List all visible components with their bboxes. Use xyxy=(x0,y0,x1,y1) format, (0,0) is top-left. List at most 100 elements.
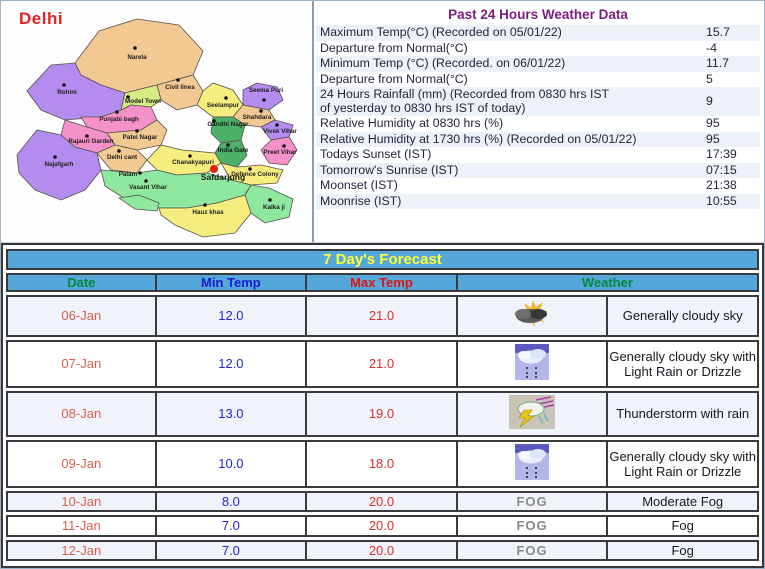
district-dot-vasant-vihar xyxy=(144,179,148,183)
past24-value-cell: 11.7 xyxy=(706,56,730,70)
past24-label-cell: Relative Humidity at 0830 hrs (%) xyxy=(320,116,504,130)
district-label-rohini: Rohini xyxy=(57,89,77,96)
district-label-kalka-ji: Kalka ji xyxy=(263,204,285,211)
forecast-row: 06-Jan 12.0 21.0 Generally cloudy sky xyxy=(6,295,759,337)
past24-row: Todays Sunset (IST) 17:39 xyxy=(316,147,760,163)
forecast-date-cell: 08-Jan xyxy=(6,390,157,437)
forecast-icon-cell: FOG xyxy=(457,491,609,513)
forecast-icon-cell xyxy=(457,295,609,337)
past24-value-cell: 15.7 xyxy=(706,25,730,39)
past24-row: Departure from Normal(°C) -4 xyxy=(316,41,760,57)
forecast-title: 7 Day's Forecast xyxy=(6,249,759,270)
past24-label-cell: Todays Sunset (IST) xyxy=(320,147,432,161)
past24-label-cell: Relative Humidity at 1730 hrs (%) (Recor… xyxy=(320,131,637,146)
forecast-title-row: 7 Day's Forecast xyxy=(6,249,759,270)
cloud-drizzle-icon xyxy=(515,444,550,481)
past24-row: Maximum Temp(°C) (Recorded on 05/01/22) … xyxy=(316,25,760,41)
forecast-weather-cell: Moderate Fog xyxy=(608,491,759,513)
station-marker-label: Safdarjung xyxy=(201,172,245,182)
district-label-vivek-vihar: Vivek Vihar xyxy=(263,128,297,135)
weather-page: Delhi Narela Rohini Civil lines Model Town S… xyxy=(0,0,765,569)
past24-label-cell: Moonrise (IST) xyxy=(320,193,402,208)
cloud-sun-icon xyxy=(511,299,553,329)
forecast-icon-cell: FOG xyxy=(457,515,609,537)
cloud-drizzle-icon xyxy=(515,344,550,381)
forecast-row: 10-Jan 8.0 20.0 FOG Moderate Fog xyxy=(6,491,759,513)
fog-icon: FOG xyxy=(516,542,548,558)
past24-label-cell: Maximum Temp(°C) (Recorded on 05/01/22) xyxy=(320,25,562,39)
district-dot-chanakyapuri xyxy=(188,154,192,158)
district-label-hauz-khas: Hauz khas xyxy=(192,209,224,216)
district-dot-civil-lines xyxy=(176,78,180,82)
district-dot-delhi-cant xyxy=(117,149,121,153)
forecast-min-cell: 10.0 xyxy=(156,439,308,489)
forecast-min-cell: 13.0 xyxy=(156,390,308,437)
forecast-date-cell: 07-Jan xyxy=(6,339,157,388)
past24-label-cell: Departure from Normal(°C) xyxy=(320,40,468,55)
past24-row: Moonset (IST) 21:38 xyxy=(316,178,760,194)
forecast-date-cell: 11-Jan xyxy=(6,515,157,537)
past24-row: Tomorrow's Sunrise (IST) 07:15 xyxy=(316,162,760,178)
forecast-date-cell: 09-Jan xyxy=(6,439,157,489)
forecast-col-weather: Weather xyxy=(457,273,759,292)
forecast-max-cell: 21.0 xyxy=(307,295,458,337)
delhi-region-label: Delhi xyxy=(19,9,64,28)
forecast-max-cell: 19.0 xyxy=(307,390,458,437)
forecast-max-cell: 18.0 xyxy=(307,439,458,489)
district-dot-preet-vihar xyxy=(282,144,286,148)
forecast-row: 12-Jan 7.0 20.0 FOG Fog xyxy=(6,539,759,561)
forecast-row: 08-Jan 13.0 19.0 Thunderstorm with rain xyxy=(6,390,759,437)
district-dot-patel-nagar xyxy=(135,129,139,133)
forecast-min-cell: 8.0 xyxy=(156,491,308,513)
forecast-max-cell: 20.0 xyxy=(307,491,458,513)
fog-icon: FOG xyxy=(516,518,548,534)
past24-row: Moonrise (IST) 10:55 xyxy=(316,193,760,209)
forecast-max-cell: 21.0 xyxy=(307,339,458,388)
forecast-date-cell: 06-Jan xyxy=(6,295,157,337)
past24-value-cell: 17:39 xyxy=(706,147,737,161)
district-label-punjabi-bagh: Punjabi bagh xyxy=(99,116,139,123)
thunderstorm-icon xyxy=(509,395,556,430)
past24-label-cell: Departure from Normal(°C) xyxy=(320,71,468,86)
district-dot-vivek-vihar xyxy=(275,123,279,127)
district-dot-seelampur xyxy=(224,96,228,100)
past24-value-cell: 95 xyxy=(706,116,720,130)
forecast-date-cell: 12-Jan xyxy=(6,539,157,561)
district-label-rajauri-garden: Rajauri Garden xyxy=(68,138,113,145)
forecast-col-max: Max Temp xyxy=(307,273,458,292)
district-label-preet-vihar: Preet Vihar xyxy=(263,149,297,156)
forecast-col-date: Date xyxy=(6,273,157,292)
district-dot-palam xyxy=(138,171,142,175)
forecast-weather-cell: Generally cloudy sky xyxy=(608,295,759,337)
forecast-date-cell: 10-Jan xyxy=(6,491,157,513)
district-label-narela: Narela xyxy=(127,54,147,61)
forecast-weather-cell: Generally cloudy sky with Light Rain or … xyxy=(608,339,759,388)
district-label-delhi-cant: Delhi cant xyxy=(107,154,138,161)
district-dot-hauz-khas xyxy=(203,203,207,207)
past24-row: Relative Humidity at 1730 hrs (%) (Recor… xyxy=(316,131,760,147)
past24-label-cell: Moonset (IST) xyxy=(320,178,398,192)
forecast-weather-cell: Generally cloudy sky with Light Rain or … xyxy=(608,439,759,489)
past24-title: Past 24 Hours Weather Data xyxy=(448,7,628,22)
forecast-icon-cell: FOG xyxy=(457,539,609,561)
district-dot-shahdara xyxy=(259,109,263,113)
past24-value-cell: 07:15 xyxy=(706,162,737,177)
forecast-min-cell: 7.0 xyxy=(156,539,308,561)
forecast-min-cell: 12.0 xyxy=(156,339,308,388)
forecast-col-min: Min Temp xyxy=(156,273,308,292)
forecast-header-row: Date Min Temp Max Temp Weather xyxy=(6,273,759,292)
past24-value-cell: 10:55 xyxy=(706,193,737,208)
forecast-icon-cell xyxy=(457,339,609,388)
district-label-shahdara: Shahdara xyxy=(243,114,272,121)
delhi-map-panel: Delhi Narela Rohini Civil lines Model Town S… xyxy=(1,1,314,242)
forecast-max-cell: 20.0 xyxy=(307,515,458,537)
past24-row: Relative Humidity at 0830 hrs (%) 95 xyxy=(316,116,760,132)
past24-label-cell: 24 Hours Rainfall (mm) (Recorded from 08… xyxy=(320,87,610,115)
district-label-patel-nagar: Patel Nagar xyxy=(123,134,158,141)
forecast-panel: 7 Day's Forecast Date Min Temp Max Temp … xyxy=(1,243,764,568)
past24-value-cell: 9 xyxy=(706,93,713,108)
forecast-icon-cell xyxy=(457,390,609,437)
forecast-min-cell: 7.0 xyxy=(156,515,308,537)
district-label-seelampur: Seelampur xyxy=(207,102,240,109)
past24-label-cell: Tomorrow's Sunrise (IST) xyxy=(320,162,459,177)
